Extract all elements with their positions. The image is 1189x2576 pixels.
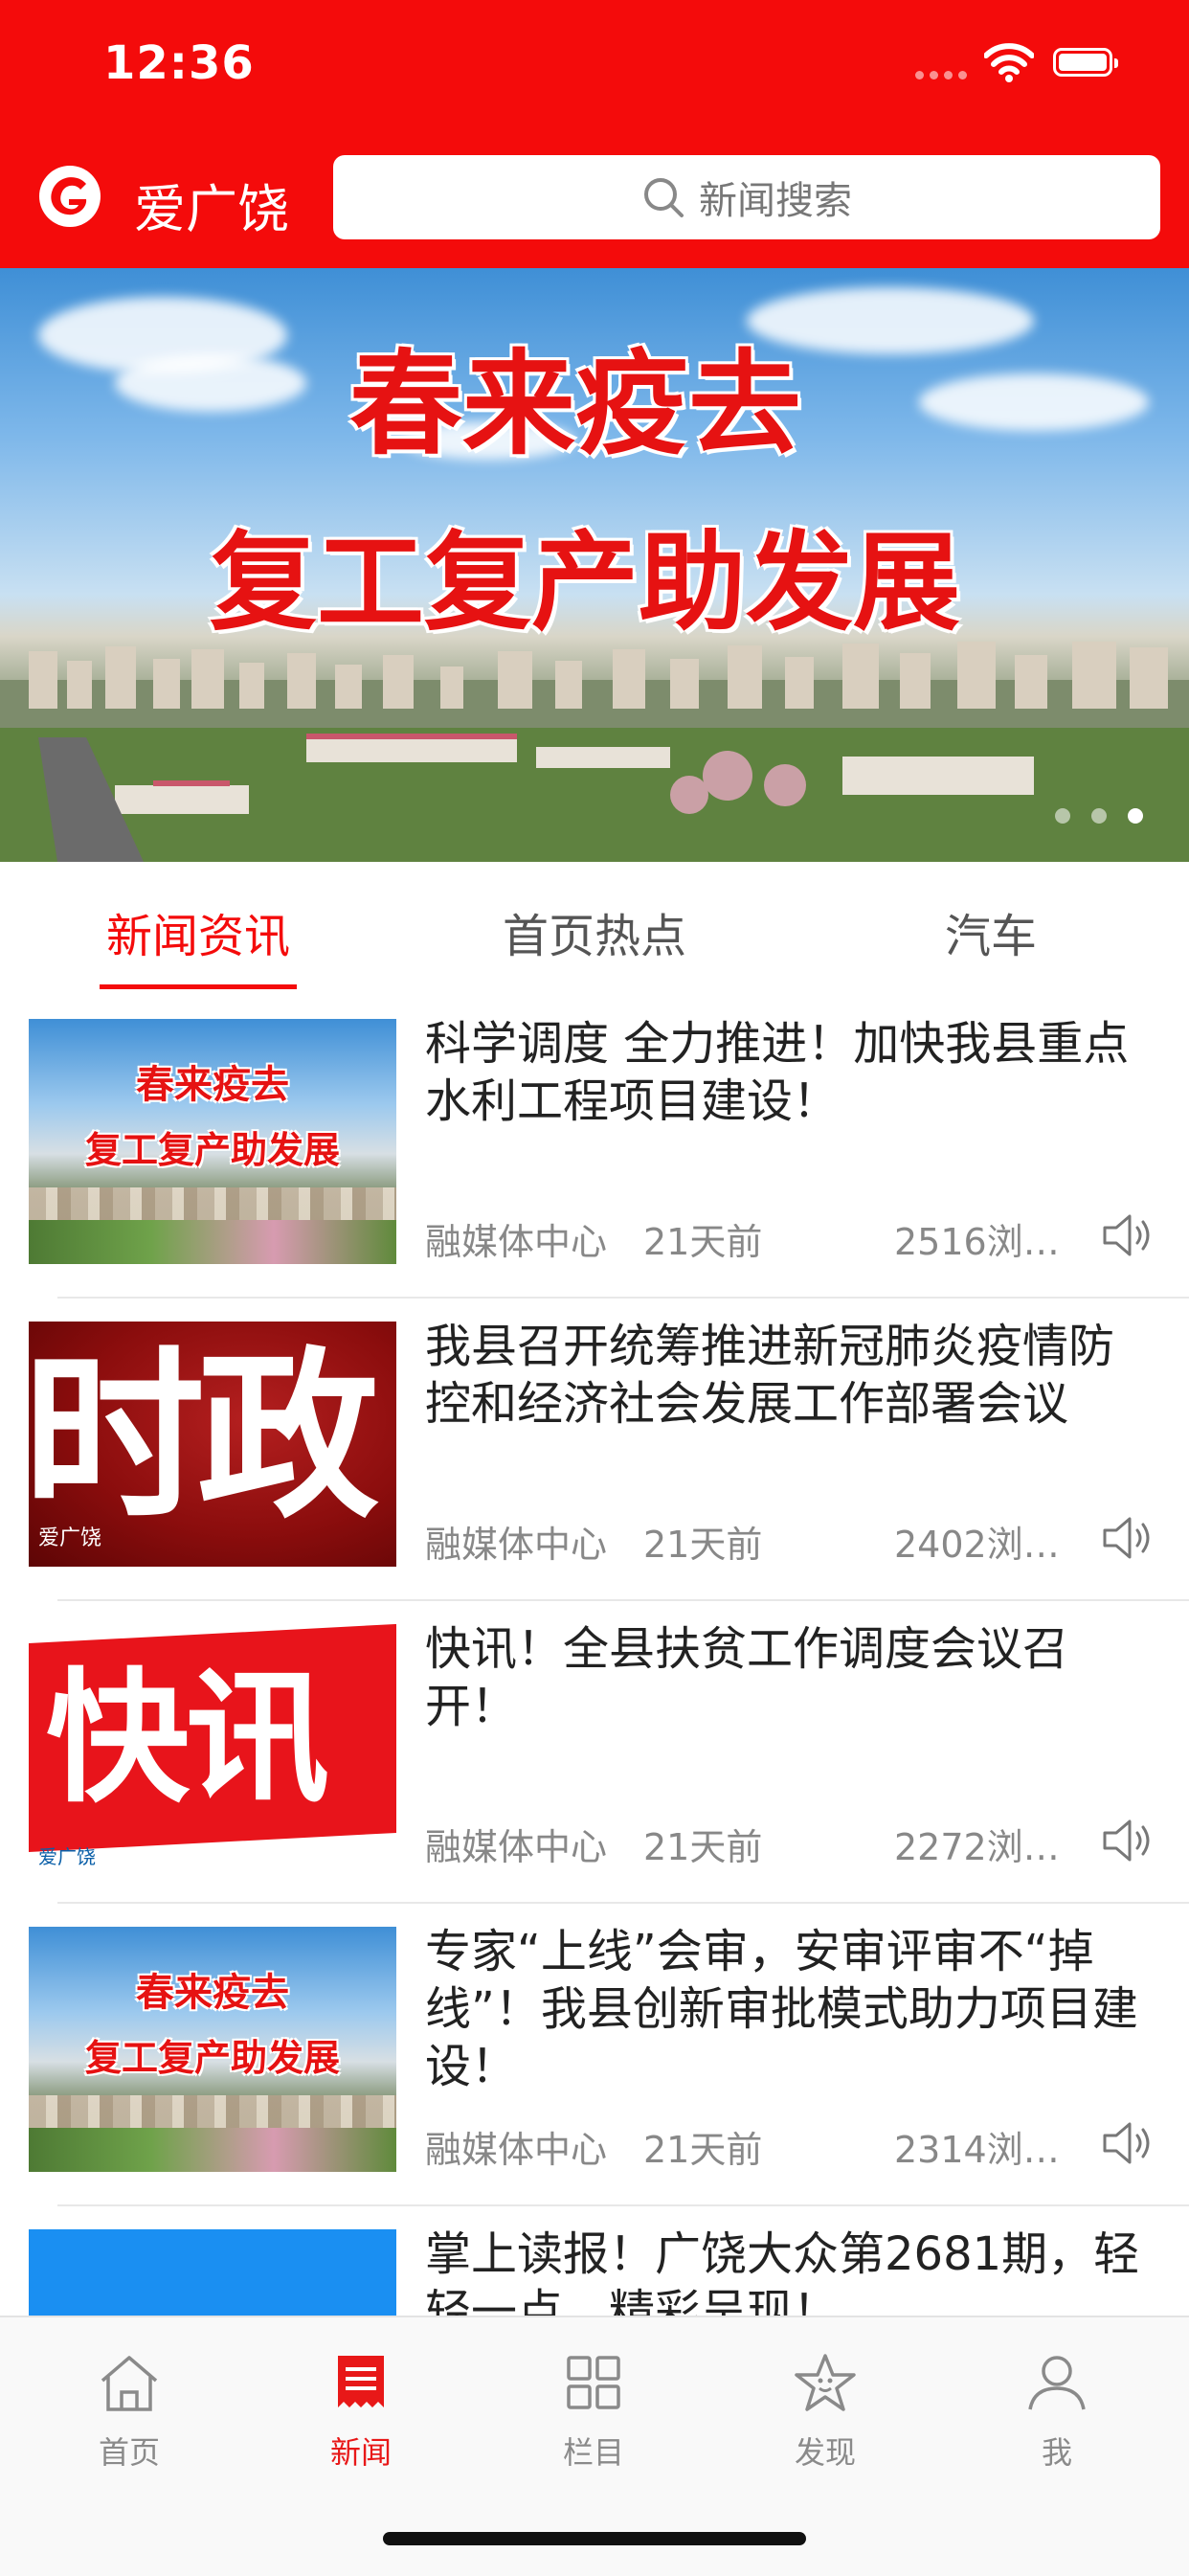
search-icon — [644, 178, 684, 217]
tab-home-hot[interactable]: 首页热点 — [496, 898, 693, 965]
news-title: 科学调度 全力推进！加快我县重点水利工程项目建设！ — [425, 1017, 1130, 1128]
news-thumbnail — [29, 2229, 396, 2316]
audio-speaker-icon[interactable] — [1099, 2116, 1156, 2170]
cellular-signal-icon — [915, 71, 967, 79]
news-thumbnail: 快讯 爱广饶 — [29, 1624, 396, 1869]
thumb-text-line2: 复工复产助发展 — [84, 1128, 340, 1171]
audio-speaker-icon[interactable] — [1099, 1814, 1156, 1867]
news-thumbnail: 春来疫去 复工复产助发展 — [29, 1927, 396, 2172]
home-icon — [101, 2356, 158, 2411]
news-views: 2314浏… — [894, 2129, 1060, 2171]
tabbar-home[interactable]: 首页 — [53, 2350, 206, 2473]
news-source: 融媒体中心 — [425, 1524, 608, 1566]
news-time: 21天前 — [643, 2129, 763, 2171]
thumb-caption: 爱广饶 — [38, 1845, 96, 1868]
tabbar-label: 首页 — [98, 2434, 160, 2471]
tabbar-label: 新闻 — [329, 2434, 392, 2471]
hero-banner[interactable]: 春来疫去 复工复产助发展 — [0, 268, 1189, 862]
news-time: 21天前 — [643, 1826, 763, 1868]
discover-star-icon — [795, 2354, 856, 2411]
home-indicator[interactable] — [383, 2532, 806, 2545]
news-source: 融媒体中心 — [425, 1221, 608, 1263]
news-source: 融媒体中心 — [425, 1826, 608, 1868]
news-thumbnail: 春来疫去 复工复产助发展 — [29, 1019, 396, 1264]
grid-icon — [567, 2356, 620, 2409]
news-time: 21天前 — [643, 1524, 763, 1566]
news-item[interactable]: 快讯 爱广饶 快讯！全县扶贫工作调度会议召开！ 融媒体中心 21天前 2272浏… — [0, 1601, 1189, 1904]
audio-speaker-icon[interactable] — [1099, 1209, 1156, 1262]
audio-speaker-icon[interactable] — [1099, 1511, 1156, 1565]
news-item[interactable]: 春来疫去 复工复产助发展 科学调度 全力推进！加快我县重点水利工程项目建设！ 融… — [0, 996, 1189, 1299]
news-list: 春来疫去 复工复产助发展 科学调度 全力推进！加快我县重点水利工程项目建设！ 融… — [0, 996, 1189, 2316]
tabbar-news[interactable]: 新闻 — [284, 2350, 437, 2473]
wifi-icon — [984, 43, 1034, 82]
news-icon — [338, 2356, 384, 2407]
active-tab-underline — [100, 984, 297, 989]
category-tabs: 新闻资讯 首页热点 汽车 — [0, 862, 1189, 996]
banner-title-line2: 复工复产助发展 — [210, 520, 960, 645]
thumb-text-line1: 春来疫去 — [136, 1062, 289, 1107]
thumb-text: 时政 — [29, 1329, 379, 1543]
news-title: 我县召开统筹推进新冠肺炎疫情防控和经济社会发展工作部署会议 — [425, 1320, 1115, 1431]
news-time: 21天前 — [643, 1221, 763, 1263]
city-skyline-image — [0, 642, 1189, 862]
top-header: 12:36 爱广饶 新闻搜索 — [0, 0, 1189, 268]
app-logo-icon — [39, 166, 101, 227]
tabbar-columns[interactable]: 栏目 — [517, 2350, 670, 2473]
news-title: 快讯！全县扶贫工作调度会议召开！ — [425, 1622, 1069, 1733]
news-views: 2402浏… — [894, 1524, 1060, 1566]
app-name: 爱广饶 — [134, 179, 289, 239]
search-placeholder: 新闻搜索 — [699, 179, 852, 223]
tabbar-label: 栏目 — [562, 2434, 624, 2471]
news-views: 2516浏… — [894, 1221, 1060, 1263]
news-title: 掌上读报！广饶大众第2681期，轻轻一点，精彩呈现！ — [425, 2227, 1140, 2316]
thumb-caption: 爱广饶 — [38, 1526, 102, 1550]
tabbar-label: 我 — [1041, 2434, 1072, 2471]
news-source: 融媒体中心 — [425, 2129, 608, 2171]
battery-icon — [1053, 48, 1118, 77]
news-item[interactable]: 春来疫去 复工复产助发展 专家“上线”会审，安审评审不“掉线”！我县创新审批模式… — [0, 1904, 1189, 2206]
thumb-text-line1: 春来疫去 — [136, 1970, 289, 2015]
banner-page-indicator — [1055, 808, 1143, 824]
person-icon — [1028, 2356, 1086, 2410]
news-views: 2272浏… — [894, 1826, 1060, 1868]
tabbar-label: 发现 — [794, 2434, 856, 2471]
tab-news-info[interactable]: 新闻资讯 — [100, 898, 297, 965]
thumb-text-line2: 复工复产助发展 — [84, 2036, 340, 2079]
search-input[interactable]: 新闻搜索 — [333, 155, 1160, 239]
tabbar-me[interactable]: 我 — [980, 2350, 1133, 2473]
news-thumbnail: 时政 爱广饶 — [29, 1322, 396, 1567]
news-item[interactable]: 时政 爱广饶 我县召开统筹推进新冠肺炎疫情防控和经济社会发展工作部署会议 融媒体… — [0, 1299, 1189, 1601]
tab-cars[interactable]: 汽车 — [892, 898, 1089, 965]
thumb-text: 快讯 — [46, 1656, 329, 1822]
status-time: 12:36 — [103, 36, 255, 90]
banner-title-line1: 春来疫去 — [348, 337, 801, 470]
news-item[interactable]: 掌上读报！广饶大众第2681期，轻轻一点，精彩呈现！ — [0, 2206, 1189, 2316]
tabbar-discover[interactable]: 发现 — [749, 2350, 902, 2473]
news-title: 专家“上线”会审，安审评审不“掉线”！我县创新审批模式助力项目建设！ — [425, 1925, 1138, 2093]
